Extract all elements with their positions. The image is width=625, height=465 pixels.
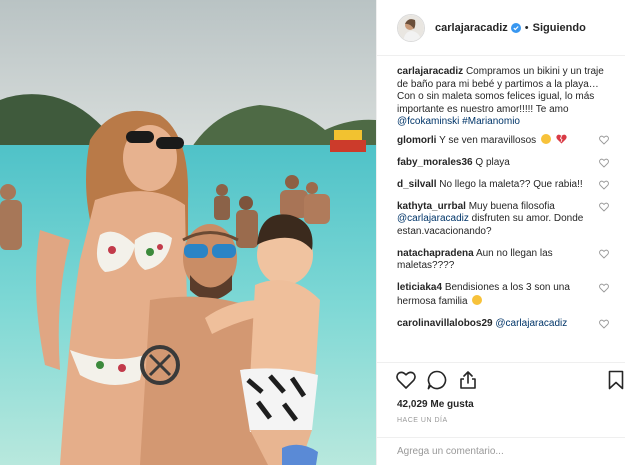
- comment-text: No llego la maleta?? Que rabia!!: [439, 178, 583, 190]
- avatar[interactable]: [397, 13, 425, 42]
- like-comment-icon[interactable]: [599, 158, 609, 168]
- caption-username[interactable]: carlajaracadiz: [397, 66, 463, 77]
- beach-family-image: [0, 0, 376, 465]
- like-comment-icon[interactable]: [599, 249, 609, 259]
- comment-item: natachapradena Aun no llegan las maletas…: [397, 248, 609, 273]
- comment-mention[interactable]: @carlajaracadiz: [397, 213, 469, 224]
- bookmark-icon[interactable]: [605, 369, 625, 391]
- comment-username[interactable]: faby_morales36: [397, 157, 473, 168]
- add-comment-bar: [377, 437, 625, 465]
- like-comment-icon[interactable]: [599, 202, 609, 212]
- likes-count[interactable]: 42,029 Me gusta: [397, 399, 474, 410]
- caption-mention[interactable]: @fcokaminski: [397, 116, 459, 127]
- header-separator: •: [524, 21, 529, 34]
- post-caption: carlajaracadiz Compramos un bikini y un …: [397, 66, 609, 129]
- caption-hashtag[interactable]: #Marianomio: [462, 116, 520, 127]
- comment-item: leticiaka4 Bendisiones a los 3 son una h…: [397, 282, 609, 308]
- post-timestamp[interactable]: HACE UN DÍA: [397, 417, 448, 424]
- comment-text: Q playa: [475, 156, 510, 168]
- header-username[interactable]: carlajaracadiz: [435, 22, 508, 34]
- comment-item: carolinavillalobos29 @carlajaracadiz: [397, 318, 609, 331]
- follow-status-button[interactable]: Siguiendo: [533, 22, 586, 34]
- like-comment-icon[interactable]: [599, 319, 609, 329]
- comment-item: d_silvall No llego la maleta?? Que rabia…: [397, 179, 609, 192]
- broken-heart-emoji: [556, 134, 567, 143]
- post-header: carlajaracadiz • Siguiendo: [377, 0, 625, 56]
- share-icon[interactable]: [457, 369, 479, 391]
- comment-username[interactable]: natachapradena: [397, 248, 474, 259]
- post-photo[interactable]: [0, 0, 376, 465]
- avatar-image: [398, 14, 424, 41]
- comment-username[interactable]: leticiaka4: [397, 282, 442, 293]
- comment-text: Y se ven maravillosos: [439, 134, 537, 146]
- comment-username[interactable]: kathyta_urrbal: [397, 201, 466, 212]
- smile-emoji: [472, 294, 483, 305]
- like-comment-icon[interactable]: [599, 283, 609, 293]
- add-comment-input[interactable]: [397, 446, 597, 457]
- comment-username[interactable]: carolinavillalobos29: [397, 318, 493, 329]
- smile-emoji: [540, 133, 551, 144]
- comment-icon[interactable]: [426, 369, 448, 391]
- like-comment-icon[interactable]: [599, 135, 609, 145]
- post-actions: 42,029 Me gusta HACE UN DÍA: [377, 362, 625, 434]
- post-sidebar: carlajaracadiz • Siguiendo carlajaracadi…: [376, 0, 625, 465]
- comment-username[interactable]: glomorli: [397, 135, 436, 146]
- comments-list[interactable]: carlajaracadiz Compramos un bikini y un …: [397, 66, 609, 362]
- comment-text: Muy buena filosofia: [468, 200, 555, 212]
- comment-item: glomorli Y se ven maravillosos: [397, 133, 609, 148]
- comment-item: faby_morales36 Q playa: [397, 157, 609, 170]
- heart-icon[interactable]: [395, 369, 417, 391]
- verified-icon: [510, 22, 521, 33]
- comment-mention[interactable]: @carlajaracadiz: [495, 318, 567, 329]
- like-comment-icon[interactable]: [599, 180, 609, 190]
- comment-item: kathyta_urrbal Muy buena filosofia @carl…: [397, 201, 609, 239]
- comment-username[interactable]: d_silvall: [397, 179, 436, 190]
